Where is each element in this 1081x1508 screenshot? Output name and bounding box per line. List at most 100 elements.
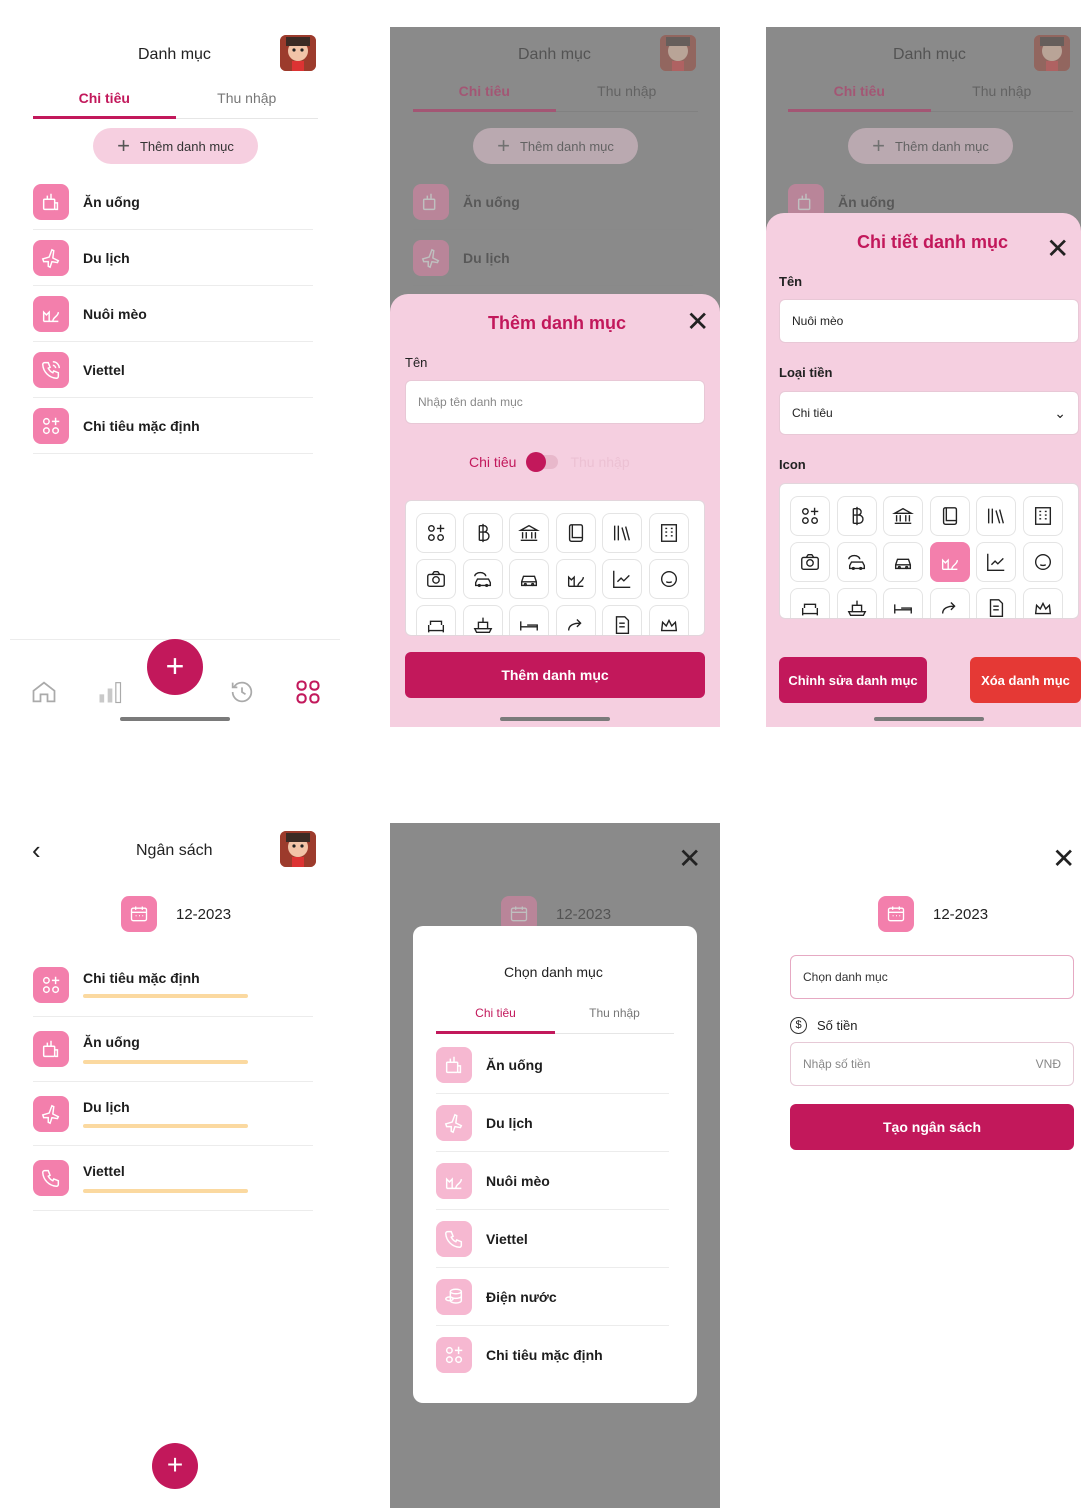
car-chat-icon[interactable]	[462, 559, 503, 599]
trend-icon[interactable]	[602, 559, 642, 599]
bank-icon[interactable]	[883, 496, 923, 536]
type-label: Loại tiền	[779, 365, 833, 380]
list-item[interactable]: Ăn uống	[33, 174, 313, 230]
add-category-sheet: Thêm danh mục ✕ Tên Nhập tên danh mục Ch…	[390, 294, 720, 727]
sheet-title: Thêm danh mục	[488, 313, 627, 333]
plus-icon: +	[117, 133, 130, 158]
list-item[interactable]: Ăn uống	[436, 1036, 669, 1094]
name-input[interactable]: Nuôi mèo	[779, 299, 1079, 343]
cat-icon	[33, 295, 69, 332]
delete-category-button[interactable]: Xóa danh mục	[970, 657, 1081, 703]
modal-title: Chọn danh mục	[504, 964, 603, 980]
home-icon[interactable]	[30, 678, 58, 706]
list-item[interactable]: Viettel	[436, 1210, 669, 1268]
edit-category-button[interactable]: Chỉnh sửa danh mục	[779, 657, 927, 703]
bank-icon[interactable]	[509, 513, 549, 553]
toggle-switch[interactable]	[526, 452, 559, 472]
avatar[interactable]	[280, 831, 316, 867]
budget-item[interactable]: Du lịch	[33, 1082, 313, 1146]
budget-item[interactable]: Ăn uống	[33, 1017, 313, 1082]
name-input[interactable]: Nhập tên danh mục	[405, 380, 705, 424]
crown-icon[interactable]	[648, 605, 689, 635]
avatar	[1034, 35, 1070, 71]
phone-icon	[33, 1160, 69, 1196]
chart-icon[interactable]	[96, 678, 124, 706]
tab-income[interactable]: Thu nhập	[555, 994, 674, 1033]
tab-expense[interactable]: Chi tiêu	[436, 994, 555, 1034]
tab-expense[interactable]: Chi tiêu	[33, 79, 176, 119]
face-icon[interactable]	[1022, 542, 1063, 582]
budget-item[interactable]: Viettel	[33, 1146, 313, 1211]
list-item[interactable]: Du lịch	[33, 230, 313, 286]
car-chat-icon[interactable]	[836, 542, 877, 582]
camera-icon[interactable]	[416, 559, 456, 599]
grid-add-icon[interactable]	[790, 496, 830, 536]
airplane-icon	[436, 1104, 472, 1141]
coins-icon	[436, 1278, 472, 1315]
type-toggle[interactable]: Chi tiêu Thu nhập	[469, 452, 630, 472]
create-budget-screen: ✕ 12-2023 Chọn danh mục $ Số tiền Nhập s…	[766, 823, 1081, 1508]
tab-income[interactable]: Thu nhập	[176, 79, 319, 118]
cat-icon[interactable]	[555, 559, 596, 599]
cat-icon[interactable]	[929, 542, 970, 582]
bed-icon[interactable]	[883, 588, 923, 618]
close-icon[interactable]: ✕	[1046, 235, 1069, 263]
add-category-submit[interactable]: Thêm danh mục	[405, 652, 705, 698]
list-item[interactable]: Nuôi mèo	[33, 286, 313, 342]
face-icon[interactable]	[648, 559, 689, 599]
library-icon[interactable]	[976, 496, 1016, 536]
baht-icon[interactable]	[462, 513, 503, 553]
history-icon[interactable]	[228, 678, 256, 706]
home-indicator	[874, 717, 984, 721]
close-icon[interactable]: ✕	[1052, 845, 1075, 873]
list-item[interactable]: Chi tiêu mặc định	[436, 1326, 669, 1384]
close-icon[interactable]: ✕	[678, 845, 701, 873]
building-icon[interactable]	[1022, 496, 1063, 536]
create-budget-button[interactable]: Tạo ngân sách	[790, 1104, 1074, 1150]
share-icon[interactable]	[555, 605, 596, 635]
building-icon[interactable]	[648, 513, 689, 553]
document-icon[interactable]	[976, 588, 1016, 618]
list-item[interactable]: Điện nước	[436, 1268, 669, 1326]
crown-icon[interactable]	[1022, 588, 1063, 618]
car-icon[interactable]	[509, 559, 549, 599]
bed-icon[interactable]	[509, 605, 549, 635]
page-title: Danh mục	[518, 46, 591, 63]
car-icon[interactable]	[883, 542, 923, 582]
categories-screen: Danh mục Chi tiêu Thu nhập + Thêm danh m…	[10, 27, 340, 727]
book-icon[interactable]	[929, 496, 970, 536]
budget-month: 12-2023	[176, 906, 232, 923]
book-icon[interactable]	[555, 513, 596, 553]
amount-input[interactable]: Nhập số tiền VNĐ	[790, 1042, 1074, 1086]
avatar[interactable]	[280, 35, 316, 71]
food-icon	[413, 183, 449, 220]
calendar-icon[interactable]	[878, 896, 914, 932]
add-transaction-button[interactable]: +	[147, 639, 203, 695]
sofa-icon[interactable]	[416, 605, 456, 635]
grid-add-icon[interactable]	[416, 513, 456, 553]
category-select[interactable]: Chọn danh mục	[790, 955, 1074, 999]
document-icon[interactable]	[602, 605, 642, 635]
list-item[interactable]: Nuôi mèo	[436, 1152, 669, 1210]
sofa-icon[interactable]	[790, 588, 830, 618]
list-item[interactable]: Du lịch	[436, 1094, 669, 1152]
list-item[interactable]: Viettel	[33, 342, 313, 398]
ship-icon[interactable]	[836, 588, 877, 618]
add-budget-button[interactable]: +	[152, 1443, 198, 1489]
calendar-icon[interactable]	[121, 896, 157, 932]
baht-icon[interactable]	[836, 496, 877, 536]
back-icon[interactable]: ‹	[32, 836, 41, 864]
trend-icon[interactable]	[976, 542, 1016, 582]
list-item: Ăn uống	[413, 174, 693, 230]
icon-picker	[405, 500, 705, 636]
budget-item[interactable]: Chi tiêu mặc định	[33, 953, 313, 1017]
ship-icon[interactable]	[462, 605, 503, 635]
library-icon[interactable]	[602, 513, 642, 553]
camera-icon[interactable]	[790, 542, 830, 582]
category-grid-icon[interactable]	[294, 678, 322, 706]
list-item[interactable]: Chi tiêu mặc định	[33, 398, 313, 454]
share-icon[interactable]	[929, 588, 970, 618]
close-icon[interactable]: ✕	[686, 308, 709, 336]
type-select[interactable]: Chi tiêu ⌄	[779, 391, 1079, 435]
add-category-button[interactable]: + Thêm danh mục	[93, 128, 258, 164]
